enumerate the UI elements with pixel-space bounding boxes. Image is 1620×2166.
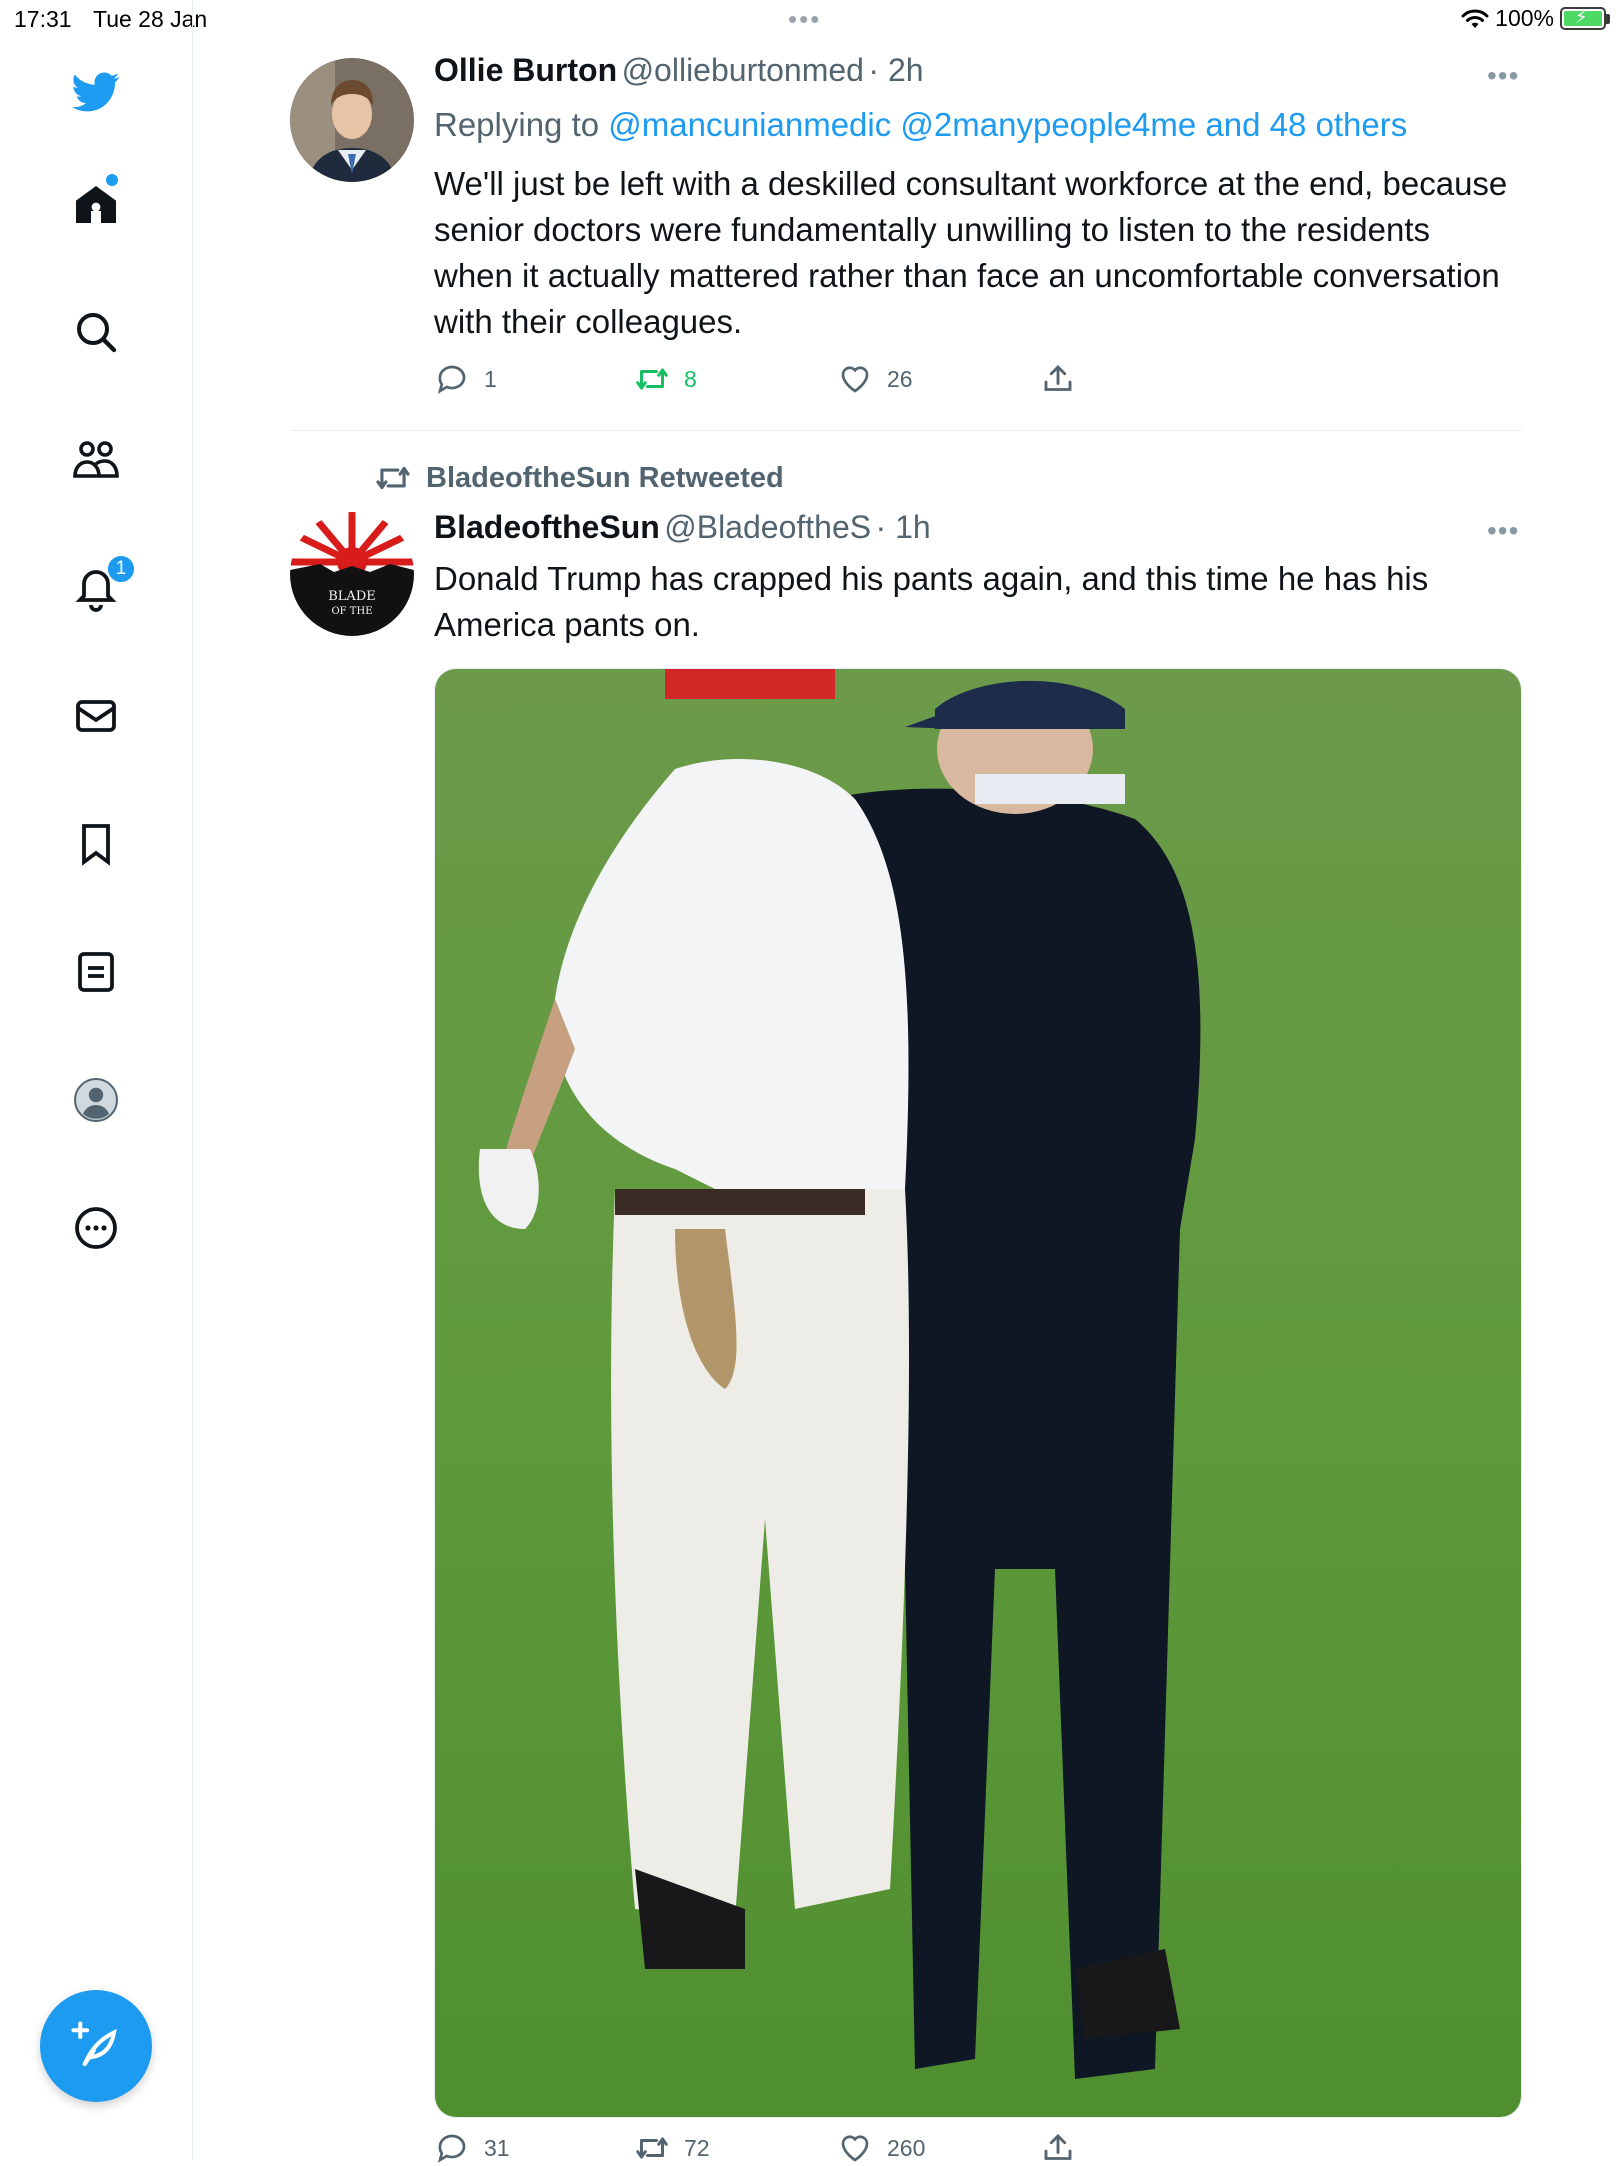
like-count: 260 <box>887 2134 926 2161</box>
bookmark-icon[interactable] <box>66 814 126 874</box>
reply-button[interactable]: 31 <box>434 2130 510 2166</box>
avatar-ollie-burton[interactable] <box>290 58 414 182</box>
author-handle: @BladeoftheS <box>664 509 872 545</box>
tweet-divider <box>290 430 1522 431</box>
home-unread-dot <box>106 174 118 186</box>
author-handle: @ollieburtonmed <box>621 52 864 88</box>
like-button[interactable]: 26 <box>837 361 913 397</box>
list-icon[interactable] <box>66 942 126 1002</box>
author-name[interactable]: Ollie Burton <box>434 52 617 88</box>
more-options-icon[interactable]: ••• <box>1487 515 1519 547</box>
twitter-bird-icon[interactable] <box>66 62 126 122</box>
more-circle-icon[interactable] <box>66 1198 126 1258</box>
status-indicators: 100% ⚡ <box>1461 5 1610 32</box>
replying-prefix: Replying to <box>434 106 600 143</box>
heart-icon <box>841 2135 869 2162</box>
more-options-icon[interactable]: ••• <box>1487 60 1519 92</box>
like-count: 26 <box>887 365 913 392</box>
status-bar: 17:31 Tue 28 Jan ••• 100% ⚡ <box>0 0 1620 40</box>
battery-percent: 100% <box>1495 5 1554 31</box>
heart-icon <box>841 366 869 393</box>
sidebar: 1 <box>0 0 193 2160</box>
reply-mentions-link[interactable]: @mancunianmedic @2manypeople4me and 48 o… <box>608 106 1407 143</box>
avatar-icon[interactable] <box>66 1070 126 1130</box>
retweet-button[interactable]: 72 <box>634 2130 710 2166</box>
battery-icon: ⚡ <box>1560 7 1606 30</box>
share-icon <box>1044 2133 1072 2160</box>
tweet-text: Donald Trump has crapped his pants again… <box>434 560 1429 643</box>
wifi-icon <box>1461 9 1489 28</box>
avatar-text-1: BLADE <box>328 589 376 604</box>
reply-count: 31 <box>484 2134 510 2161</box>
reply-icon <box>437 2134 466 2163</box>
mail-icon[interactable] <box>66 686 126 746</box>
share-button[interactable] <box>1040 361 1076 397</box>
tweet-photo[interactable] <box>434 668 1522 2118</box>
search-icon[interactable] <box>66 302 126 362</box>
multitask-dots[interactable]: ••• <box>788 4 821 35</box>
retweet-icon <box>636 2137 668 2159</box>
people-icon[interactable] <box>66 430 126 490</box>
author-name[interactable]: BladeoftheSun <box>434 509 660 545</box>
retweet-count: 72 <box>684 2134 710 2161</box>
tweet-header: BladeoftheSun @BladeoftheS · 1h <box>434 509 931 546</box>
reply-count: 1 <box>484 365 497 392</box>
notification-badge: 1 <box>106 554 136 584</box>
avatar-text-2: OF THE <box>331 606 372 617</box>
home-icon[interactable] <box>66 175 126 235</box>
retweet-button[interactable]: 8 <box>634 361 697 397</box>
compose-feather-icon <box>71 2021 117 2067</box>
like-button[interactable]: 260 <box>837 2130 925 2166</box>
tweet-header: Ollie Burton @ollieburtonmed · 2h <box>434 52 924 89</box>
retweet-count: 8 <box>684 365 697 392</box>
reply-button[interactable]: 1 <box>434 361 497 397</box>
share-icon <box>1044 364 1072 391</box>
retweet-small-icon <box>376 466 410 490</box>
tweet-text: We'll just be left with a deskilled cons… <box>434 165 1508 340</box>
replying-to: Replying to @mancunianmedic @2manypeople… <box>434 106 1407 144</box>
share-button[interactable] <box>1040 2130 1076 2166</box>
avatar-bladeofthesun[interactable]: BLADE OF THE <box>290 512 414 636</box>
reply-icon <box>437 365 466 394</box>
retweeted-by[interactable]: BladeoftheSun Retweeted <box>374 459 784 497</box>
tweet-time[interactable]: · 2h <box>868 52 923 88</box>
retweeted-by-label: BladeoftheSun Retweeted <box>426 461 784 494</box>
retweet-icon <box>636 368 668 390</box>
tweet-time[interactable]: · 1h <box>876 509 931 545</box>
compose-tweet-button[interactable] <box>40 1990 152 2102</box>
